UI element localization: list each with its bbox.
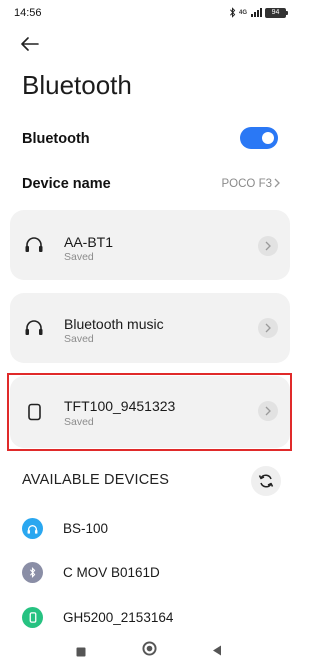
- triangle-back-icon: [213, 645, 221, 656]
- device-details-button[interactable]: [258, 236, 278, 256]
- headphones-icon: [25, 320, 43, 335]
- available-device-c-mov[interactable]: C MOV B0161D: [22, 558, 282, 588]
- refresh-icon: [258, 474, 274, 488]
- bluetooth-icon: [230, 7, 236, 18]
- device-name-label[interactable]: Device name: [22, 176, 111, 192]
- paired-device-aa-bt1[interactable]: AA-BT1 Saved: [10, 210, 290, 280]
- available-device-name: C MOV B0161D: [63, 565, 160, 580]
- available-device-bs-100[interactable]: BS-100: [22, 514, 282, 544]
- headphones-icon: [25, 237, 43, 252]
- phone-glyph: [29, 612, 36, 623]
- status-icons: 4G 94: [229, 7, 288, 18]
- network-label: 4G: [238, 9, 247, 16]
- chevron-right-icon: [265, 241, 271, 251]
- device-name: Bluetooth music: [64, 316, 164, 332]
- page-title: Bluetooth: [22, 70, 132, 100]
- available-device-name: BS-100: [63, 521, 109, 536]
- back-nav-button[interactable]: [212, 643, 222, 661]
- battery-icon: 94: [265, 7, 288, 18]
- square-icon: [76, 647, 86, 657]
- device-details-button[interactable]: [258, 318, 278, 338]
- device-status: Saved: [64, 333, 94, 345]
- available-devices-header: AVAILABLE DEVICES: [22, 472, 170, 488]
- refresh-button[interactable]: [251, 466, 281, 496]
- bluetooth-glyph: [30, 567, 36, 578]
- home-circle-icon: [142, 641, 157, 656]
- recents-button[interactable]: [76, 644, 86, 662]
- device-name: AA-BT1: [64, 234, 114, 250]
- available-device-name: GH5200_2153164: [63, 610, 174, 625]
- status-bar: 14:56 4G 94: [0, 0, 300, 26]
- device-status: Saved: [64, 251, 94, 263]
- headphones-icon: [22, 518, 43, 539]
- highlight-box: [7, 373, 292, 451]
- bluetooth-toggle-label: Bluetooth: [22, 131, 90, 147]
- chevron-right-icon[interactable]: [274, 178, 280, 188]
- bluetooth-icon: [22, 562, 43, 583]
- chevron-right-icon: [265, 323, 271, 333]
- paired-device-bluetooth-music[interactable]: Bluetooth music Saved: [10, 293, 290, 363]
- phone-icon: [22, 607, 43, 628]
- arrow-left-icon: [21, 37, 39, 51]
- battery-level: 94: [271, 8, 280, 16]
- headphones-glyph: [27, 524, 38, 534]
- signal-icon: [251, 8, 262, 17]
- available-device-gh5200[interactable]: GH5200_2153164: [22, 603, 282, 633]
- toggle-knob: [262, 132, 274, 144]
- status-time: 14:56: [14, 7, 42, 19]
- device-name-value[interactable]: POCO F3: [222, 178, 272, 190]
- bluetooth-toggle[interactable]: [240, 127, 278, 149]
- home-button[interactable]: [142, 641, 157, 661]
- back-button[interactable]: [18, 33, 42, 55]
- navigation-bar: [0, 630, 300, 667]
